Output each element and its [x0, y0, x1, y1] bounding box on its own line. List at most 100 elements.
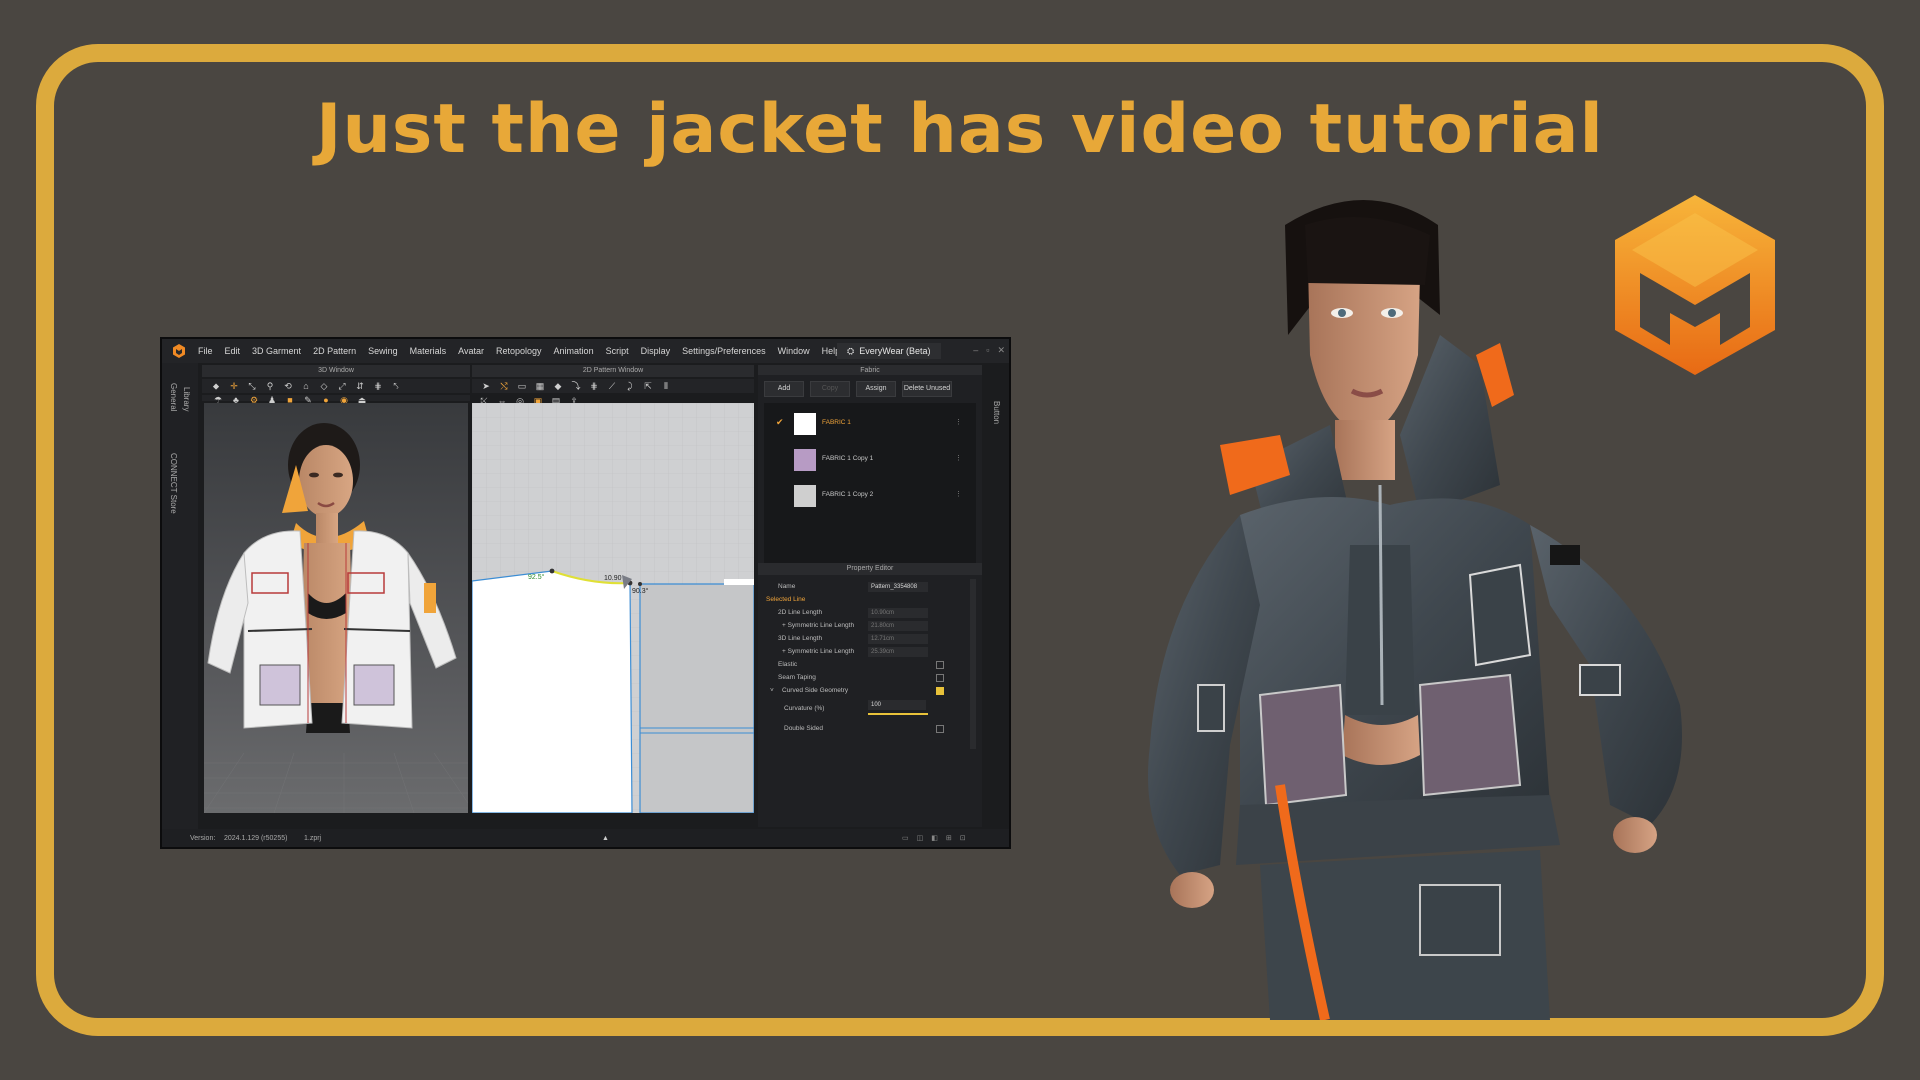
tab-library[interactable]: Library	[182, 387, 191, 411]
minimize-icon[interactable]: –	[973, 345, 978, 356]
steam-icon[interactable]: ⇵	[354, 381, 366, 391]
chevron-down-icon[interactable]: ˅	[770, 687, 774, 694]
menu-edit[interactable]: Edit	[225, 346, 241, 356]
prop-label: Double Sided	[784, 725, 824, 732]
prop-label: Seam Taping	[778, 674, 816, 681]
name-field[interactable]: Pattern_3354808	[868, 582, 928, 592]
copy-fabric-button[interactable]: Copy	[810, 381, 850, 397]
menu-animation[interactable]: Animation	[554, 346, 594, 356]
menu-script[interactable]: Script	[606, 346, 629, 356]
menu-materials[interactable]: Materials	[410, 346, 447, 356]
pattern-canvas: 92.5° 10.90 90.3°	[472, 403, 754, 813]
sym-3d-field[interactable]: 25.39cm	[868, 647, 928, 657]
line-2d-field[interactable]: 10.90cm	[868, 608, 928, 618]
seam-taping-checkbox[interactable]	[936, 674, 944, 682]
more-icon[interactable]: ⋮	[955, 454, 962, 462]
layout-triple-icon[interactable]: ◧	[931, 829, 938, 847]
menu-sewing[interactable]: Sewing	[368, 346, 398, 356]
workspace-icon: ⛭	[847, 346, 855, 356]
layout-settings-icon[interactable]: ⊡	[960, 829, 966, 847]
select-icon[interactable]: ⬥	[210, 381, 222, 391]
fabric-panel: Add Copy Assign Delete Unused ✔ FABRIC 1…	[758, 375, 982, 571]
file-name: 1.zprj	[304, 835, 322, 842]
prop-row: 3D Line Length 12.71cm	[758, 633, 968, 646]
layout-icons: ▭ ◫ ◧ ⊞ ⊡	[902, 829, 966, 847]
fabric-swatch	[794, 449, 816, 471]
property-editor: Name Pattern_3354808 Selected Line 2D Li…	[758, 575, 982, 827]
scrollbar[interactable]	[970, 579, 976, 749]
version-value: 2024.1.129 (r50255)	[224, 835, 288, 842]
tape-icon[interactable]: ⇱	[642, 381, 654, 391]
edit-pattern-icon[interactable]: ⤡	[246, 381, 258, 391]
avatar-preview	[204, 423, 468, 813]
sym-2d-field[interactable]: 21.80cm	[868, 621, 928, 631]
chevron-up-icon[interactable]: ▲	[602, 829, 609, 847]
measure-icon[interactable]: ⤢	[336, 381, 348, 391]
sew-icon[interactable]: ⤸	[624, 381, 636, 391]
prop-row: + Symmetric Line Length 21.80cm	[758, 620, 968, 633]
delete-unused-button[interactable]: Delete Unused	[902, 381, 952, 397]
seam-icon[interactable]: ⟋	[606, 381, 618, 391]
layout-split-icon[interactable]: ◫	[917, 829, 924, 847]
menu-window[interactable]: Window	[778, 346, 810, 356]
pin-icon[interactable]: ⚲	[264, 381, 276, 391]
prop-row: Seam Taping	[758, 672, 968, 685]
double-sided-checkbox[interactable]	[936, 725, 944, 733]
dart-icon[interactable]: ◆	[552, 381, 564, 391]
close-icon[interactable]: ✕	[997, 345, 1005, 356]
prop-label: 2D Line Length	[778, 609, 823, 616]
selected-line-section[interactable]: Selected Line	[758, 594, 968, 607]
layout-quad-icon[interactable]: ⊞	[946, 829, 952, 847]
prop-row: Elastic	[758, 659, 968, 672]
menu-file[interactable]: File	[198, 346, 213, 356]
polygon-icon[interactable]: ▦	[534, 381, 546, 391]
grid-tool-icon[interactable]: ⋕	[372, 381, 384, 391]
fabric-list-item[interactable]: FABRIC 1 Copy 1 ⋮	[764, 445, 976, 475]
panel-3d-header: 3D Window	[202, 365, 470, 377]
layout-single-icon[interactable]: ▭	[902, 829, 909, 847]
prop-row: Curvature (%) 100	[758, 699, 968, 719]
fabric-name: FABRIC 1 Copy 2	[822, 491, 874, 498]
brand-logo-icon	[1615, 195, 1775, 375]
maximize-icon[interactable]: ▫	[986, 345, 989, 356]
elastic-checkbox[interactable]	[936, 661, 944, 669]
menu-2d-pattern[interactable]: 2D Pattern	[313, 346, 356, 356]
viewport-3d[interactable]	[204, 403, 468, 813]
menu-settings[interactable]: Settings/Preferences	[682, 346, 766, 356]
workspace-selector[interactable]: ⛭ EveryWear (Beta)	[837, 343, 941, 359]
panel-2d-header: 2D Pattern Window	[472, 365, 754, 377]
transform-icon[interactable]: ✛	[228, 381, 240, 391]
curved-side-checkbox[interactable]	[936, 687, 944, 695]
tab-connect-store[interactable]: CONNECT Store	[169, 453, 178, 514]
viewport-2d[interactable]: 92.5° 10.90 90.3°	[472, 403, 754, 813]
garment-icon[interactable]: ⌂	[300, 381, 312, 391]
angle-label: 92.5°	[528, 573, 545, 581]
edit-curve-icon[interactable]: ⤭	[498, 381, 510, 391]
fabric-list-item[interactable]: ✔ FABRIC 1 ⋮	[764, 409, 976, 439]
fold-icon[interactable]: ⟲	[282, 381, 294, 391]
add-fabric-button[interactable]: Add	[764, 381, 804, 397]
menu-display[interactable]: Display	[641, 346, 671, 356]
line-3d-field[interactable]: 12.71cm	[868, 634, 928, 644]
rectangle-icon[interactable]: ▭	[516, 381, 528, 391]
segment-icon[interactable]: ⋕	[588, 381, 600, 391]
fabric-list-item[interactable]: FABRIC 1 Copy 2 ⋮	[764, 481, 976, 511]
app-logo-icon[interactable]	[172, 344, 186, 358]
length-label: 10.90	[604, 575, 622, 582]
menu-3d-garment[interactable]: 3D Garment	[252, 346, 301, 356]
menu-retopology[interactable]: Retopology	[496, 346, 542, 356]
brush-icon[interactable]: ⤣	[390, 381, 402, 391]
tack-icon[interactable]: ◇	[318, 381, 330, 391]
more-icon[interactable]: ⋮	[955, 490, 962, 498]
menu-avatar[interactable]: Avatar	[458, 346, 484, 356]
tab-button[interactable]: Button	[992, 401, 1001, 424]
curvature-slider[interactable]	[868, 713, 928, 715]
pointer-icon[interactable]: ➤	[480, 381, 492, 391]
curvature-field[interactable]: 100	[868, 700, 926, 710]
tab-general[interactable]: General	[169, 383, 178, 411]
stitch-icon[interactable]: ⦀	[660, 381, 672, 391]
more-icon[interactable]: ⋮	[955, 418, 962, 426]
assign-fabric-button[interactable]: Assign	[856, 381, 896, 397]
menu-bar: File Edit 3D Garment 2D Pattern Sewing M…	[162, 339, 1009, 363]
trace-icon[interactable]: ⤵	[570, 381, 582, 391]
